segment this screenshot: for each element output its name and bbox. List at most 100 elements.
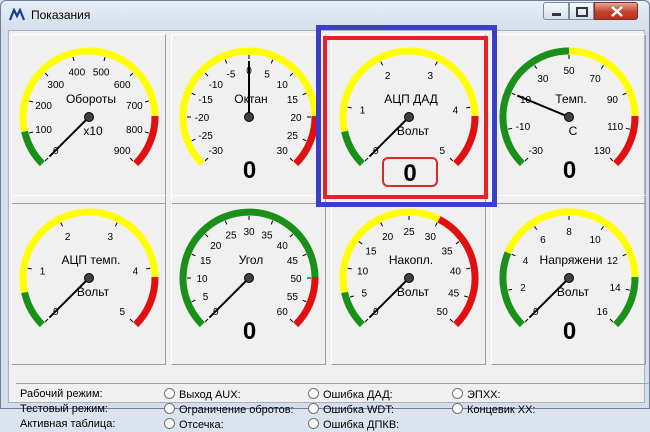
indicator-label: Выход AUX: — [179, 389, 241, 401]
tick-mark — [302, 138, 307, 142]
tick-label: 20 — [210, 241, 222, 252]
tick-mark — [60, 222, 64, 227]
needle-hub — [244, 112, 254, 122]
restore-icon — [576, 7, 588, 17]
indicator-idle-switch: Концевик ХХ: — [452, 403, 535, 416]
tick-label: -5 — [227, 70, 236, 81]
tick-mark — [191, 299, 196, 303]
tick-label: 40 — [277, 241, 289, 252]
gauge-title: Накопл. — [389, 253, 433, 267]
tick-mark — [224, 59, 228, 64]
gauge-angle: 0 5 10 15 20 25 30 35 40 45 50 55 60 Угол 0 — [171, 195, 326, 365]
tick-label: -10 — [209, 80, 224, 91]
tick-mark — [270, 59, 274, 64]
tick-mark — [28, 131, 34, 134]
tick-label: 14 — [610, 283, 622, 294]
tick-mark — [72, 56, 75, 62]
tick-label: -10 — [516, 122, 531, 133]
tick-mark — [622, 253, 627, 257]
tick-label: 35 — [441, 246, 453, 257]
tick-label: 1 — [40, 267, 46, 278]
tick-mark — [511, 92, 516, 96]
indicator-label: ЭПХХ: — [467, 389, 501, 401]
gauge-unit: Вольт — [557, 285, 590, 299]
tick-label: 50 — [437, 307, 449, 318]
tick-label: 30 — [243, 227, 255, 238]
tick-label: 800 — [126, 125, 143, 136]
tick-mark — [625, 288, 630, 291]
tick-label: 10 — [590, 235, 602, 246]
tick-label: 15 — [365, 246, 377, 257]
tick-mark — [302, 253, 307, 257]
indicator-rpm-limit: Ограничение обротов: — [164, 403, 294, 416]
gauge-unit: С — [569, 124, 578, 138]
tick-label: 12 — [607, 256, 619, 267]
tick-mark — [380, 222, 384, 227]
tick-mark — [191, 253, 196, 257]
gauge-accumulation: 0 5 10 15 20 25 30 35 40 45 50 Накопл. Вольт — [331, 195, 486, 365]
band-yellow — [232, 47, 319, 117]
gauge-title: Напряжени — [540, 253, 603, 267]
band-yellow — [504, 208, 639, 278]
tick-mark — [103, 56, 106, 62]
tick-mark — [600, 65, 604, 70]
tick-label: 700 — [126, 101, 143, 112]
tick-mark — [204, 233, 209, 238]
tick-label: 8 — [566, 227, 572, 238]
tick-label: 10 — [277, 80, 289, 91]
indicator-label: Ошибка ДАД: — [323, 389, 393, 401]
indicator-cutoff: Отсечка: — [164, 418, 224, 431]
tick-mark — [44, 72, 49, 77]
gauge-value: 0 — [242, 157, 257, 184]
gauge-dial: 012 345АЦП темп.Вольт — [19, 208, 159, 328]
selection-outline-red — [323, 36, 488, 199]
needle-hub — [404, 273, 414, 283]
tick-mark — [44, 157, 49, 162]
tick-label: 25 — [287, 131, 299, 142]
tick-label: 5 — [362, 289, 368, 300]
indicator-label: Ошибка WDT: — [323, 404, 394, 416]
close-button[interactable] — [594, 2, 638, 20]
tick-label: 30 — [425, 232, 437, 243]
tick-mark — [289, 72, 294, 77]
gauge-unit: Вольт — [397, 285, 430, 299]
tick-label: 200 — [35, 101, 52, 112]
tick-mark — [146, 267, 151, 270]
tick-mark — [600, 226, 604, 231]
tick-mark — [358, 241, 363, 245]
indicator-led-icon — [308, 418, 319, 429]
tick-mark — [129, 157, 134, 162]
tick-mark — [434, 222, 438, 227]
tick-mark — [302, 299, 307, 303]
tick-label: 20 — [290, 113, 302, 124]
indicator-dpkv-error: Ошибка ДПКВ: — [308, 418, 399, 431]
tick-label: 2 — [520, 283, 526, 294]
gauge-octane: -30-25-20-15-10-5051015202530Октан0 — [171, 34, 326, 204]
tick-label: 900 — [114, 146, 131, 157]
indicator-led-icon — [452, 388, 463, 399]
tick-mark — [204, 72, 209, 77]
tick-label: 4 — [523, 256, 529, 267]
minimize-button[interactable] — [543, 2, 569, 20]
band-red — [133, 276, 159, 328]
status-label-working-mode: Рабочий режим: — [20, 388, 103, 400]
tick-label: 25 — [403, 227, 415, 238]
window-title: Показания — [31, 8, 91, 22]
close-icon — [611, 6, 623, 17]
gauge-adc-temperature: 0 1 2 3 4 5 АЦП темп. Вольт — [11, 195, 166, 365]
gauge-unit: Вольт — [77, 285, 110, 299]
maximize-button[interactable] — [569, 2, 594, 20]
tick-mark — [364, 318, 369, 323]
app-icon — [9, 8, 25, 21]
tick-mark — [466, 267, 471, 270]
gauge-needle — [208, 277, 250, 319]
minimize-icon — [552, 13, 561, 16]
tick-mark — [455, 241, 460, 245]
band-green — [21, 291, 45, 328]
tick-mark — [289, 233, 294, 238]
tick-mark — [302, 92, 307, 96]
tick-label: 70 — [590, 74, 602, 85]
band-green — [21, 130, 45, 167]
tick-label: 3 — [108, 232, 114, 243]
tick-label: 10 — [357, 267, 369, 278]
